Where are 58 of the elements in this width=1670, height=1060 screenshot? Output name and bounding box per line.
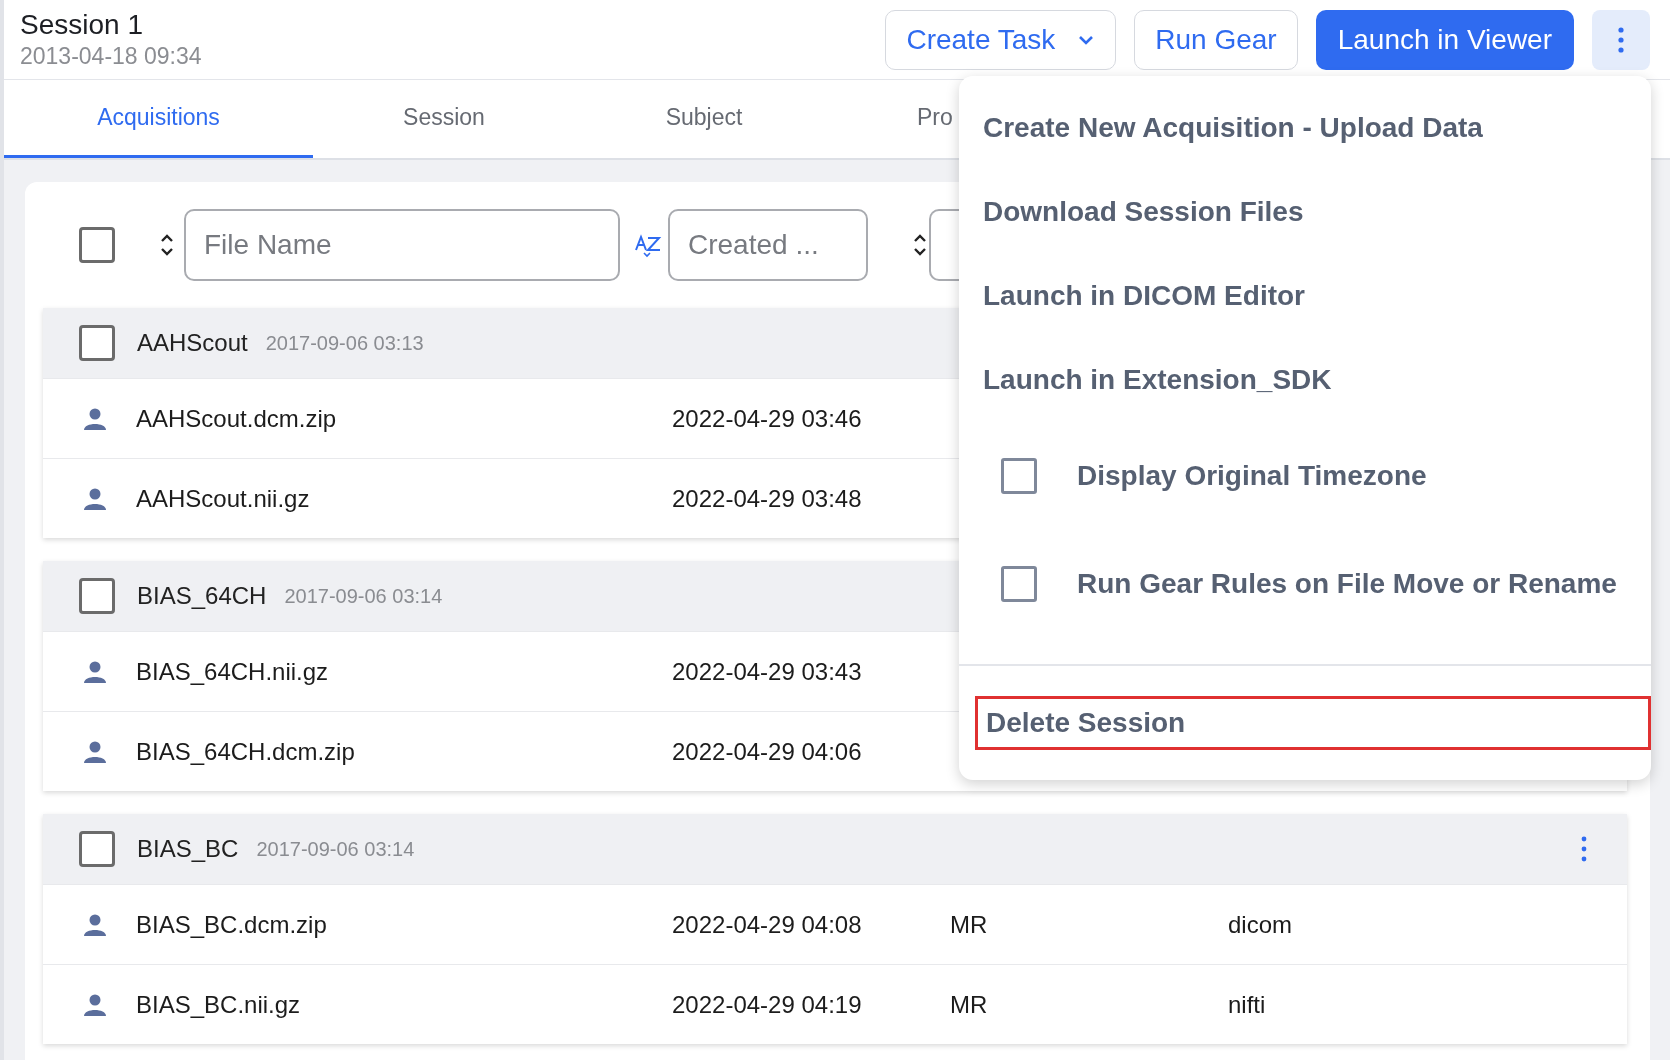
run-gear-button[interactable]: Run Gear (1134, 9, 1298, 70)
tab[interactable]: Pro (833, 80, 953, 158)
file-created: 2022-04-29 04:08 (672, 910, 862, 939)
acquisition-name: BIAS_BC (137, 835, 239, 863)
filter-field[interactable]: File Name (184, 209, 620, 281)
acquisition-checkbox[interactable] (79, 325, 115, 361)
file-name: BIAS_BC.nii.gz (136, 990, 301, 1019)
file-type: nifti (1228, 990, 1266, 1019)
create-task-button[interactable]: Create Task (885, 9, 1117, 70)
more-options-icon[interactable] (1581, 836, 1587, 862)
file-name: BIAS_BC.dcm.zip (136, 910, 327, 939)
acquisition-checkbox[interactable] (79, 578, 115, 614)
file-created: 2022-04-29 04:19 (672, 990, 862, 1019)
person-icon (83, 740, 107, 763)
session-title: Session 1 (20, 9, 144, 41)
file-name: AAHScout.nii.gz (136, 484, 310, 513)
person-icon (83, 407, 107, 430)
menu-item[interactable]: Download Session Files (959, 170, 1651, 254)
launch-viewer-button[interactable]: Launch in Viewer (1315, 9, 1574, 70)
person-icon (83, 993, 107, 1016)
more-options-icon (1618, 26, 1624, 53)
select-all-checkbox[interactable] (79, 227, 115, 263)
menu-item[interactable]: Launch in DICOM Editor (959, 254, 1651, 338)
tab[interactable]: Subject (575, 80, 833, 158)
acquisition-name: AAHScout (137, 329, 248, 357)
menu-item[interactable]: Launch in Extension_SDK (959, 338, 1651, 422)
acquisition-date: 2017-09-06 03:14 (284, 584, 443, 608)
file-created: 2022-04-29 03:43 (672, 657, 862, 686)
sort-icon[interactable] (160, 232, 174, 258)
file-created: 2022-04-29 03:48 (672, 484, 862, 513)
acquisition-date: 2017-09-06 03:13 (265, 331, 424, 355)
person-icon (83, 660, 107, 683)
session-date: 2013-04-18 09:34 (20, 43, 202, 70)
filter-field[interactable]: Created ... (668, 209, 868, 281)
menu-option-label[interactable]: Run Gear Rules on File Move or Rename (1077, 568, 1617, 600)
person-icon (83, 913, 107, 936)
person-icon (83, 487, 107, 510)
file-name: BIAS_64CH.dcm.zip (136, 737, 355, 766)
delete-session-item[interactable]: Delete Session (975, 696, 1651, 750)
file-modality: MR (950, 990, 988, 1019)
file-created: 2022-04-29 04:06 (672, 737, 862, 766)
menu-option-label[interactable]: Display Original Timezone (1077, 460, 1427, 492)
menu-checkbox[interactable] (1001, 566, 1037, 602)
tab[interactable]: Session (313, 80, 575, 158)
menu-item[interactable]: Create New Acquisition - Upload Data (959, 86, 1651, 170)
file-created: 2022-04-29 03:46 (672, 404, 862, 433)
chevron-down-icon (1077, 33, 1096, 46)
menu-checkbox[interactable] (1001, 458, 1037, 494)
file-type: dicom (1228, 910, 1293, 939)
sort-icon[interactable] (913, 232, 927, 258)
sort-az-icon[interactable] (634, 232, 662, 258)
acquisition-name: BIAS_64CH (137, 582, 267, 610)
file-name: BIAS_64CH.nii.gz (136, 657, 329, 686)
file-modality: MR (950, 910, 988, 939)
file-name: AAHScout.dcm.zip (136, 404, 337, 433)
acquisition-date: 2017-09-06 03:14 (256, 837, 415, 861)
acquisition-checkbox[interactable] (79, 831, 115, 867)
tab[interactable]: Acquisitions (4, 80, 313, 158)
